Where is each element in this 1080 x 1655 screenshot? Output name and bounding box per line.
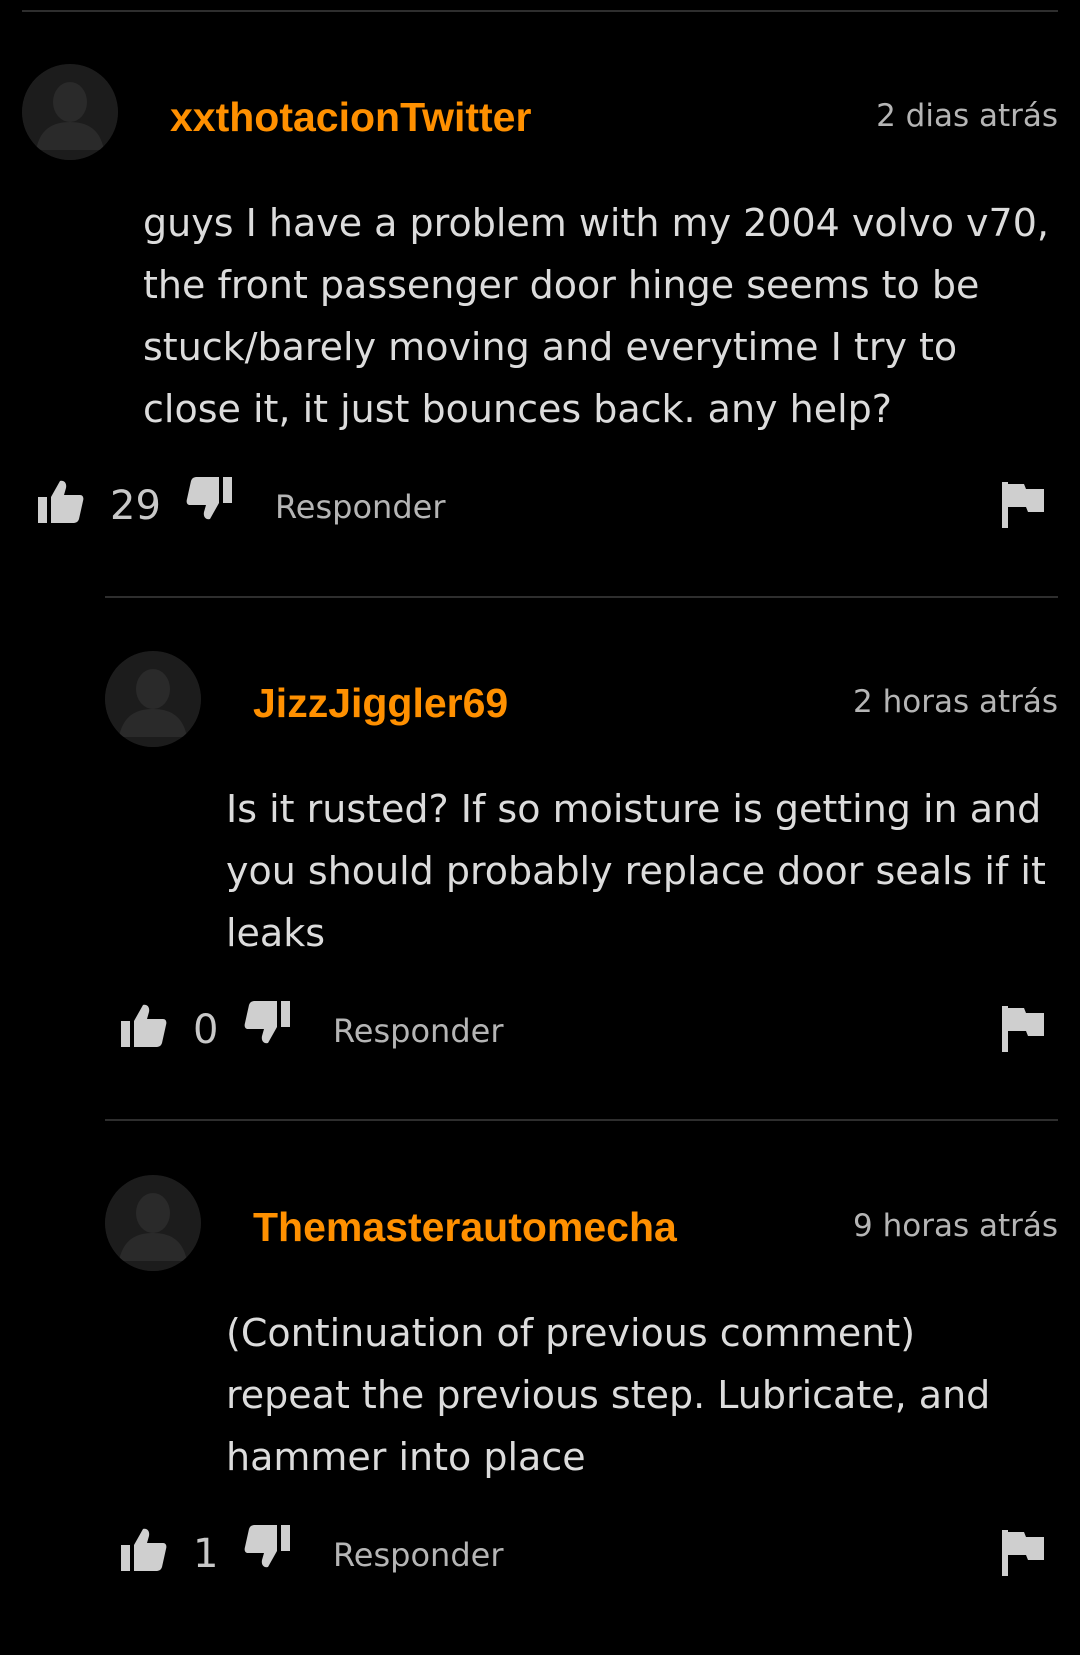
thumbs-down-icon xyxy=(244,1001,290,1044)
flag-icon[interactable] xyxy=(1002,482,1044,528)
comment-username[interactable]: xxthotacionTwitter xyxy=(170,94,531,141)
user-avatar[interactable] xyxy=(105,651,201,747)
reply-comment: Themasterautomecha 9 horas atrás (Contin… xyxy=(0,1124,1080,1644)
reply-comment: JizzJiggler69 2 horas atrás Is it rusted… xyxy=(0,600,1080,1120)
comment-body: Is it rusted? If so moisture is getting … xyxy=(226,787,1046,955)
avatar-placeholder-icon xyxy=(105,1175,201,1271)
like-count: 0 xyxy=(193,1007,219,1053)
comment-timestamp: 2 dias atrás xyxy=(876,98,1058,134)
comment-actions: 1 Responder xyxy=(0,1524,1080,1584)
user-avatar[interactable] xyxy=(22,64,118,160)
flag-icon[interactable] xyxy=(1002,1006,1044,1052)
thumbs-up-icon xyxy=(121,1528,167,1571)
reply-button[interactable]: Responder xyxy=(275,488,445,526)
comment-body: guys I have a problem with my 2004 volvo… xyxy=(143,201,1049,431)
comment-body: (Continuation of previous comment) repea… xyxy=(226,1311,991,1479)
thumbs-down-icon xyxy=(244,1525,290,1568)
thumbs-up-icon xyxy=(121,1004,167,1047)
user-avatar[interactable] xyxy=(105,1175,201,1271)
flag-icon[interactable] xyxy=(1002,1530,1044,1576)
dislike-button[interactable] xyxy=(242,998,292,1048)
comment: xxthotacionTwitter 2 dias atrás guys I h… xyxy=(0,0,1080,560)
dislike-button[interactable] xyxy=(242,1522,292,1572)
comment-username[interactable]: JizzJiggler69 xyxy=(253,680,508,727)
like-button[interactable] xyxy=(119,1524,169,1574)
reply-button[interactable]: Responder xyxy=(333,1012,503,1050)
comment-timestamp: 2 horas atrás xyxy=(853,684,1058,720)
comment-username[interactable]: Themasterautomecha xyxy=(253,1204,677,1251)
reply-divider xyxy=(105,1119,1058,1121)
like-count: 1 xyxy=(193,1531,219,1577)
comment-actions: 29 Responder xyxy=(0,476,1080,536)
reply-divider xyxy=(105,596,1058,598)
like-button[interactable] xyxy=(36,476,86,526)
comment-timestamp: 9 horas atrás xyxy=(853,1208,1058,1244)
comment-actions: 0 Responder xyxy=(0,1000,1080,1060)
reply-button[interactable]: Responder xyxy=(333,1536,503,1574)
thumbs-up-icon xyxy=(38,480,84,523)
like-button[interactable] xyxy=(119,1000,169,1050)
avatar-placeholder-icon xyxy=(105,651,201,747)
dislike-button[interactable] xyxy=(184,474,234,524)
like-count: 29 xyxy=(110,483,161,529)
thumbs-down-icon xyxy=(186,477,232,520)
avatar-placeholder-icon xyxy=(22,64,118,160)
